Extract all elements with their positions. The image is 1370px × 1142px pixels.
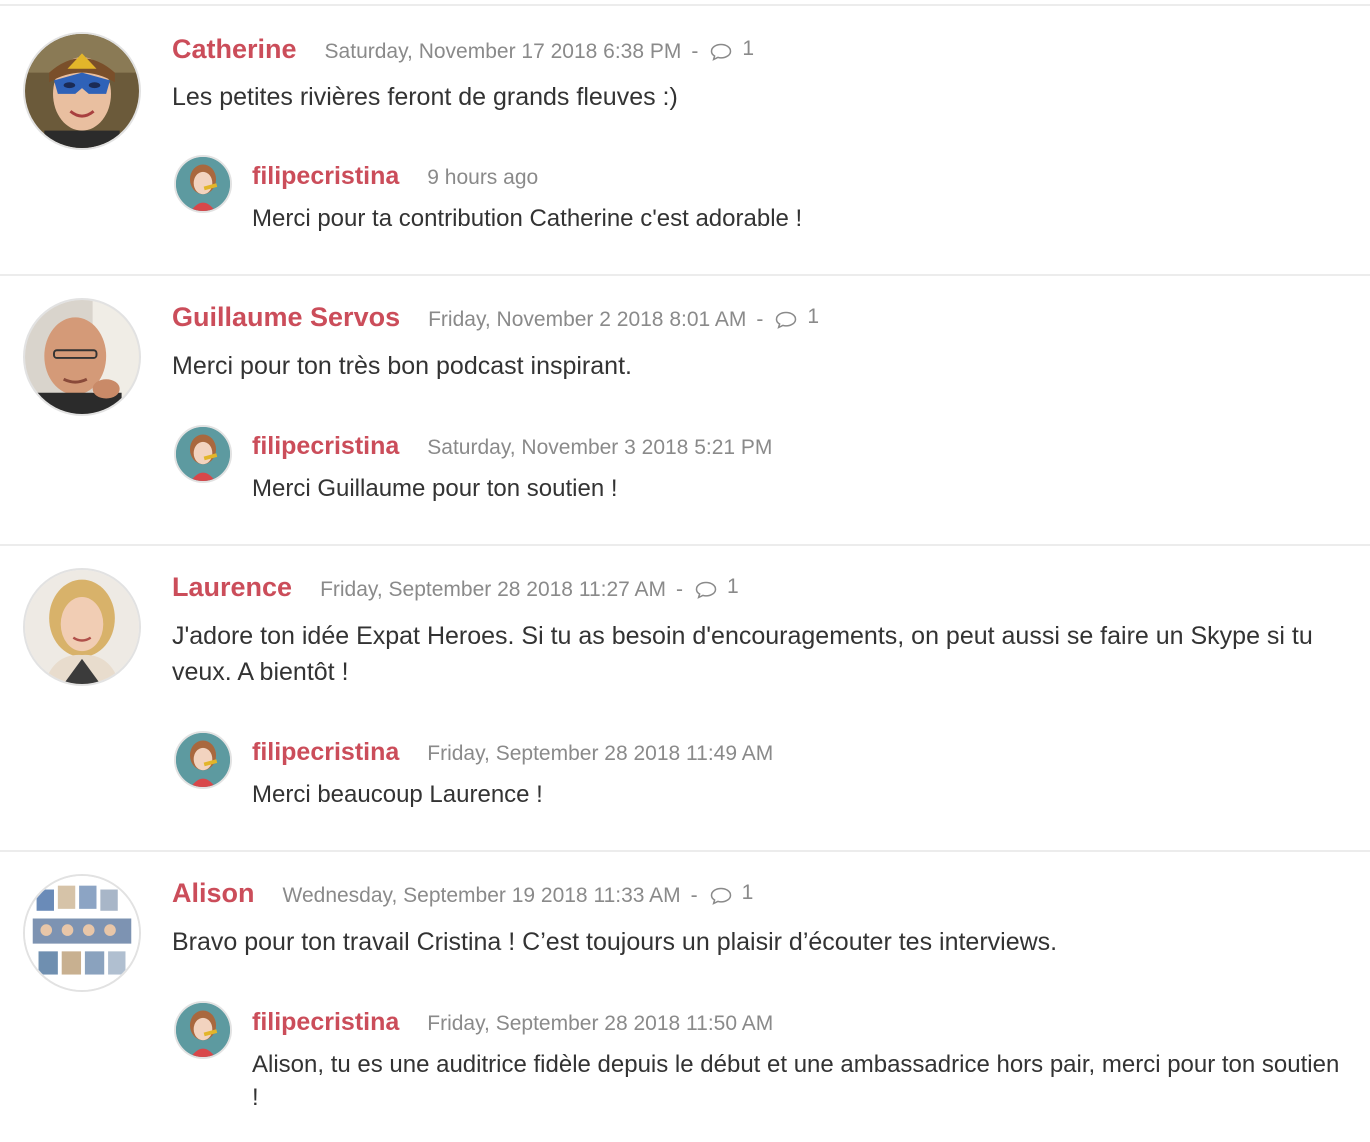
reply-text: Merci Guillaume pour ton soutien ! <box>252 475 618 502</box>
meta-separator: - <box>756 308 764 331</box>
comment-thread: Catherine Saturday, November 17 2018 6:3… <box>0 4 1370 274</box>
reply-text: Merci pour ta contribution Catherine c'e… <box>252 205 803 232</box>
reply-date: Friday, September 28 2018 11:49 AM <box>427 742 774 765</box>
reply-date: Saturday, November 3 2018 5:21 PM <box>427 436 773 459</box>
comment-author[interactable]: Guillaume Servos <box>172 302 400 333</box>
comment-thread: Laurence Friday, September 28 2018 11:27… <box>0 544 1370 850</box>
reply-author[interactable]: filipecristina <box>252 432 399 461</box>
reply-avatar[interactable] <box>174 731 232 789</box>
speech-bubble-icon <box>776 311 797 329</box>
comment-date: Friday, November 2 2018 8:01 AM <box>428 308 747 331</box>
meta-separator: - <box>691 40 699 63</box>
meta-separator: - <box>690 884 698 907</box>
comment-author[interactable]: Alison <box>172 878 255 909</box>
speech-bubble-icon <box>711 43 732 61</box>
comment-text: J'adore ton idée Expat Heroes. Si tu as … <box>172 622 1313 686</box>
comment-date: Wednesday, September 19 2018 11:33 AM <box>282 884 681 907</box>
reply-text: Alison, tu es une auditrice fidèle depui… <box>252 1051 1340 1111</box>
reply-count[interactable]: 1 <box>710 37 754 61</box>
reply-avatar[interactable] <box>174 425 232 483</box>
speech-bubble-icon <box>710 887 731 905</box>
comment-thread: Alison Wednesday, September 19 2018 11:3… <box>0 850 1370 1142</box>
reply-count[interactable]: 1 <box>775 305 819 329</box>
speech-bubble-icon <box>695 581 717 599</box>
reply-count[interactable]: 1 <box>710 881 754 905</box>
comment-thread: Guillaume Servos Friday, November 2 2018… <box>0 274 1370 544</box>
meta-separator: - <box>676 578 683 601</box>
reply-author[interactable]: filipecristina <box>252 738 399 767</box>
reply-author[interactable]: filipecristina <box>252 162 399 191</box>
avatar[interactable] <box>23 874 141 992</box>
reply-count-value: 1 <box>742 37 755 60</box>
comment-text: Merci pour ton très bon podcast inspiran… <box>172 352 632 380</box>
comment-date: Friday, September 28 2018 11:27 AM <box>320 578 666 601</box>
reply-avatar[interactable] <box>174 155 232 213</box>
comment-date: Saturday, November 17 2018 6:38 PM <box>324 40 682 63</box>
reply-count-value: 1 <box>741 881 754 904</box>
reply-text: Merci beaucoup Laurence ! <box>252 781 543 808</box>
avatar[interactable] <box>23 298 141 416</box>
reply-date: 9 hours ago <box>427 166 539 189</box>
avatar[interactable] <box>23 568 141 686</box>
reply-date: Friday, September 28 2018 11:50 AM <box>427 1012 774 1035</box>
reply-author[interactable]: filipecristina <box>252 1008 399 1037</box>
comment-author[interactable]: Catherine <box>172 34 297 65</box>
comment-text: Bravo pour ton travail Cristina ! C’est … <box>172 928 1058 956</box>
reply-avatar[interactable] <box>174 1001 232 1059</box>
comment-author[interactable]: Laurence <box>172 572 292 603</box>
reply-count-value: 1 <box>807 305 820 328</box>
reply-count-value: 1 <box>727 575 739 598</box>
reply-count[interactable]: 1 <box>695 575 739 599</box>
avatar[interactable] <box>23 32 141 150</box>
comment-text: Les petites rivières feront de grands fl… <box>172 83 678 111</box>
